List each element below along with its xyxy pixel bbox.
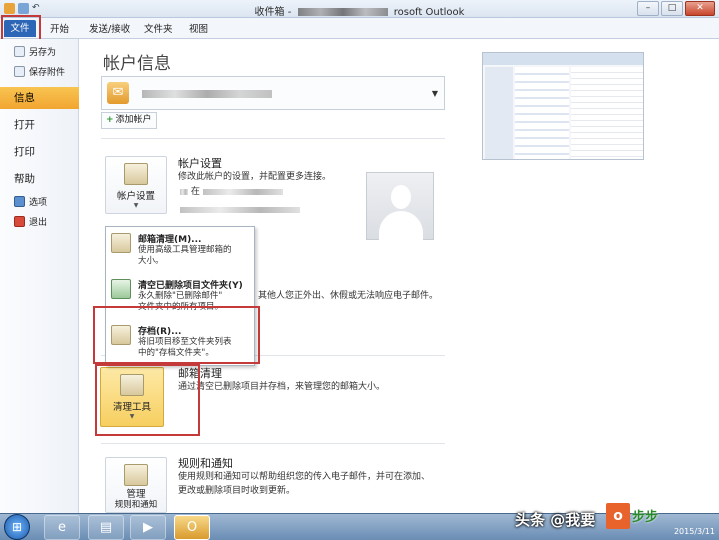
page-title: 帐户信息 [103,54,171,74]
window-title-prefix: 收件箱 - [254,7,292,18]
account-settings-title: 帐户设置 [178,157,222,170]
menu-item-desc-line: 永久删除"已删除邮件" [138,291,223,301]
add-account-label: 添加帐户 [115,115,152,125]
redacted-detail-c [180,206,300,213]
account-settings-detail-2 [180,203,300,217]
account-icon: ✉ [107,82,129,104]
account-settings-desc: 修改此帐户的设置，并配置更多连接。 [178,172,332,182]
watermark-site: 步步 [632,510,659,525]
rules-icon [124,464,148,486]
nav-save-attachments[interactable]: 保存附件 [0,65,79,78]
manage-rules-button[interactable]: 管理 规则和通知 [105,457,167,513]
tab-send-receive[interactable]: 发送/接收 [89,21,130,35]
nav-options[interactable]: 选项 [0,195,79,208]
menu-item-title: 邮箱清理(M)... [138,235,202,245]
recycle-icon [111,279,131,299]
nav-options-label: 选项 [29,198,48,208]
window-title: 收件箱 - rosoft Outlook [0,3,719,18]
save-as-icon [14,46,25,57]
account-settings-button-label: 帐户设置 [116,191,155,202]
options-icon [14,196,25,207]
close-button[interactable]: ✕ [685,1,715,16]
account-selector[interactable]: ✉ ▼ [101,76,445,110]
minimize-button[interactable]: – [637,1,659,16]
nav-save-attachments-label: 保存附件 [29,68,66,78]
plus-icon: + [106,115,114,125]
file-tab-highlight-box [1,15,41,41]
menu-item-mailbox-cleanup[interactable]: 邮箱清理(M)... 使用高级工具管理邮箱的 大小。 [106,229,254,273]
nav-exit-label: 退出 [29,218,48,228]
section-divider-3 [101,443,445,444]
menu-item-desc-line: 使用高级工具管理邮箱的 [138,245,232,255]
nav-info[interactable]: 信息 [0,87,79,109]
watermark-logo: o [606,503,630,529]
nav-exit[interactable]: 退出 [0,215,79,228]
rules-desc-1: 使用规则和通知可以帮助组织您的传入电子邮件，并可在添加、 [178,472,431,482]
nav-print[interactable]: 打印 [0,144,79,159]
manage-rules-label-1: 管理 [126,489,146,500]
menu-item-desc-line: 大小。 [138,256,164,266]
section-divider [101,138,445,139]
mailbox-cleanup-icon [111,233,131,253]
account-settings-icon [124,163,148,185]
media-player-icon[interactable]: ▶ [130,515,166,540]
account-settings-detail: 在 [180,185,283,199]
outlook-taskbar-icon[interactable]: O [174,515,210,540]
mailbox-cleanup-desc: 通过清空已删除项目并存档，来管理您的邮箱大小。 [178,382,386,392]
ribbon-tabs: 文件 开始 发送/接收 文件夹 视图 [0,18,719,39]
manage-rules-label-2: 规则和通知 [114,500,158,510]
cleanup-tools-highlight-box [95,364,200,436]
redacted-account-name [142,90,272,98]
caret-down-icon: ▼ [133,202,139,209]
save-attachments-icon [14,66,25,77]
nav-save-as[interactable]: 另存为 [0,45,79,58]
nav-open[interactable]: 打开 [0,117,79,132]
rules-desc-2: 更改或删除项目时收到更新。 [178,486,296,496]
chevron-down-icon: ▼ [431,89,438,98]
account-settings-detail-prefix: 在 [190,187,200,197]
nav-help[interactable]: 帮助 [0,171,79,186]
rules-title: 规则和通知 [178,457,233,470]
nav-save-as-label: 另存为 [29,48,57,58]
maximize-button[interactable]: □ [661,1,683,16]
window-title-suffix: rosoft Outlook [393,7,465,18]
profile-picture[interactable] [366,172,434,241]
internet-explorer-icon[interactable]: e [44,515,80,540]
redacted-detail-b [202,188,283,195]
archive-highlight-box [93,306,260,364]
window-controls: – □ ✕ [637,1,715,16]
redacted-detail-a [180,188,188,195]
redacted-account [297,8,388,16]
menu-item-desc: 使用高级工具管理邮箱的 大小。 [138,245,253,267]
file-explorer-icon[interactable]: ▤ [88,515,124,540]
tab-folder[interactable]: 文件夹 [144,21,173,35]
add-account-button[interactable]: + 添加帐户 [101,112,157,129]
outlook-preview-thumbnail [482,52,644,160]
title-bar: ↶ 收件箱 - rosoft Outlook – □ ✕ [0,0,719,18]
backstage-nav: 另存为 保存附件 信息 打开 打印 帮助 选项 退出 [0,39,79,513]
exit-icon [14,216,25,227]
tab-home[interactable]: 开始 [50,21,69,35]
taskbar-date: 2015/3/11 [673,527,715,536]
windows-start-button[interactable]: ⊞ [4,514,30,540]
account-settings-button[interactable]: 帐户设置 ▼ [105,156,167,214]
watermark-text: 头条 @我要 [515,511,596,529]
tab-view[interactable]: 视图 [189,21,208,35]
menu-item-title: 清空已删除项目文件夹(Y) [138,281,243,291]
auto-reply-desc: 其他人您正外出、休假或无法响应电子邮件。 [258,291,439,301]
